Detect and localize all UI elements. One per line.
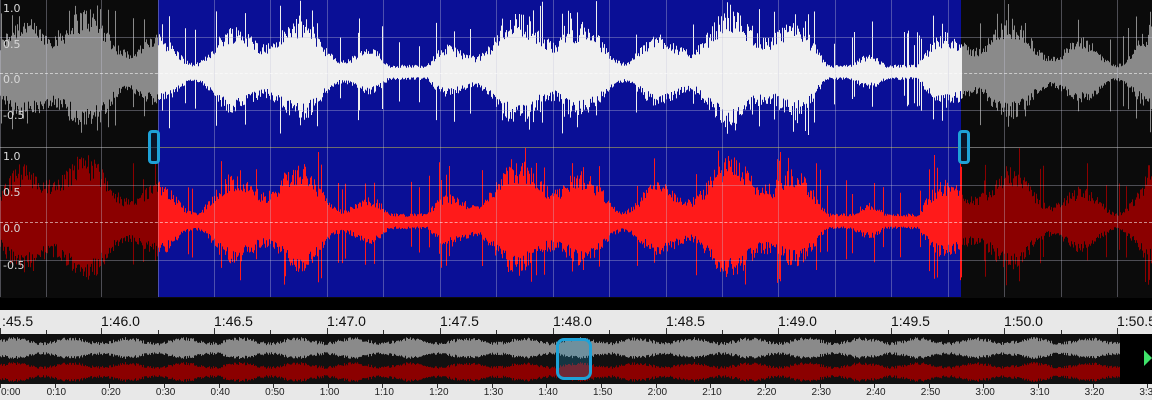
grid-line <box>553 0 554 297</box>
grid-line <box>46 0 47 297</box>
ruler-label: 1:48.0 <box>553 313 592 329</box>
ruler-label: 1:48.5 <box>666 313 705 329</box>
overview-ruler-tick <box>491 384 493 388</box>
zero-line <box>0 73 1152 74</box>
grid-line <box>1061 0 1062 297</box>
ruler-label: 1:46.5 <box>214 313 253 329</box>
overview-ruler-label: 2:40 <box>866 387 886 398</box>
overview-ruler-label: 1:10 <box>374 387 394 398</box>
amp-label: 1.0 <box>3 2 21 15</box>
grid-line <box>722 0 723 297</box>
overview-ruler-label: 2:20 <box>756 387 777 398</box>
overview-ruler-label: 1:50 <box>592 387 613 398</box>
grid-line <box>666 0 667 297</box>
grid-line <box>948 0 949 297</box>
ruler-label: 1:47.5 <box>440 313 479 329</box>
overview-ruler-label: 2:10 <box>702 387 722 398</box>
overview-ruler-label: 0:00 <box>1 387 21 398</box>
waveform-selected <box>158 0 962 135</box>
overview-ruler-label: 0:40 <box>210 387 230 398</box>
amp-label: 0.0 <box>3 222 21 235</box>
overview-ruler-label: 2:30 <box>811 387 831 398</box>
time-ruler[interactable]: :45.5 1:46.0 1:46.5 1:47.0 1:47.5 1:48.0 1:48.… <box>0 298 1152 334</box>
grid-line <box>496 0 497 297</box>
overview-ruler-label: 0:50 <box>265 387 285 398</box>
ruler-label: 1:46.0 <box>101 313 140 329</box>
grid-line <box>101 0 102 297</box>
grid-line <box>0 110 1152 111</box>
overview-ruler[interactable]: 0:00 0:10 0:20 0:30 0:40 0:50 1:00 1:10 1:20 1:30… <box>0 384 1152 400</box>
overview-ruler-label: 3:20 <box>1084 387 1105 398</box>
overview-waveform[interactable] <box>0 334 1152 384</box>
overview-ruler-tick <box>437 384 439 388</box>
overview-ruler-tick <box>928 384 930 388</box>
amp-label: 0.5 <box>3 186 21 199</box>
overview-ruler-tick <box>0 384 1 388</box>
overview-ruler-tick <box>273 384 275 388</box>
overview-ruler-label: 1:00 <box>319 387 340 398</box>
selection-end-handle[interactable] <box>958 130 970 164</box>
zero-line <box>0 222 1152 223</box>
overview-ruler-tick <box>163 384 165 388</box>
overview-ruler-tick <box>546 384 548 388</box>
overview-ruler-tick <box>1092 384 1094 388</box>
overview-ruler-tick <box>54 384 56 388</box>
selection-start-handle[interactable] <box>148 130 160 164</box>
grid-line <box>440 0 441 297</box>
grid-line <box>0 37 1152 38</box>
amp-label: 1.0 <box>3 150 21 163</box>
ruler-label: :45.5 <box>2 313 34 329</box>
overview-ruler-tick <box>600 384 602 388</box>
audio-editor: 1.0 0.5 0.0 -0.5 1.0 0.5 0.0 -0.5 :45.5 1… <box>0 0 1152 400</box>
grid-line <box>0 260 1152 261</box>
overview-ruler-label: 3:10 <box>1030 387 1050 398</box>
overview-ruler-tick <box>655 384 657 388</box>
grid-line <box>609 0 610 297</box>
overview-ruler-tick <box>1147 384 1149 388</box>
overview-ruler-label: 2:50 <box>920 387 941 398</box>
overview-ruler-label: 0:20 <box>101 387 121 398</box>
ruler-label: 1:49.0 <box>778 313 817 329</box>
grid-line <box>270 0 271 297</box>
ruler-label: 1:49.5 <box>891 313 930 329</box>
grid-line <box>778 0 779 297</box>
overview-ruler-tick <box>874 384 876 388</box>
ruler-label: 1:50.5 <box>1117 313 1152 329</box>
overview-ruler-label: 0:10 <box>46 387 67 398</box>
overview-ruler-label: 3:00 <box>975 387 995 398</box>
grid-line <box>214 0 215 297</box>
overview-ruler-label: 3:30 <box>1139 387 1152 398</box>
overview-ruler-tick <box>710 384 712 388</box>
overview-ruler-tick <box>109 384 111 388</box>
grid-line <box>891 0 892 297</box>
ruler-label: 1:47.0 <box>327 313 366 329</box>
overview-view-handle[interactable] <box>556 338 592 380</box>
amp-label: 0.0 <box>3 73 21 86</box>
overview-ruler-tick <box>218 384 220 388</box>
overview-ruler-label: 1:30 <box>483 387 504 398</box>
overview-ruler-tick <box>983 384 985 388</box>
overview-ruler-tick <box>764 384 766 388</box>
grid-line <box>1004 0 1005 297</box>
overview-ruler-label: 1:40 <box>538 387 558 398</box>
waveform-view[interactable]: 1.0 0.5 0.0 -0.5 1.0 0.5 0.0 -0.5 <box>0 0 1152 298</box>
grid-line <box>835 0 836 297</box>
overview-ruler-tick <box>819 384 821 388</box>
grid-line <box>0 185 1152 186</box>
ruler-label: 1:50.0 <box>1004 313 1043 329</box>
overview-ruler-tick <box>327 384 329 388</box>
grid-line <box>1117 0 1118 297</box>
amp-label: 0.5 <box>3 38 21 51</box>
waveform-selected <box>158 148 962 285</box>
grid-line <box>327 0 328 297</box>
overview-ruler-label: 0:30 <box>155 387 176 398</box>
overview-ruler-tick <box>1038 384 1040 388</box>
grid-line <box>383 0 384 297</box>
play-icon[interactable] <box>1144 350 1152 366</box>
overview-ruler-label: 2:00 <box>647 387 668 398</box>
overview-ruler-tick <box>382 384 384 388</box>
grid-line <box>0 0 1 297</box>
overview-ruler-label: 1:20 <box>429 387 449 398</box>
